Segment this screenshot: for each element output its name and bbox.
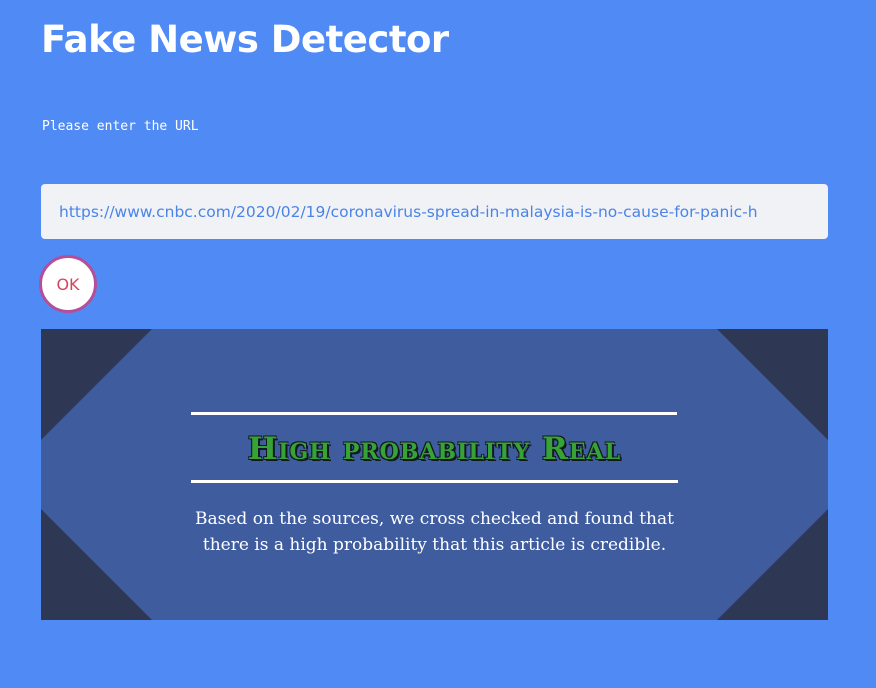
url-prompt-label: Please enter the URL xyxy=(42,119,199,134)
page-title: Fake News Detector xyxy=(41,18,449,61)
url-input-container[interactable] xyxy=(41,184,828,239)
result-background-shape xyxy=(41,329,828,620)
result-panel: High probability Real Based on the sourc… xyxy=(41,329,828,620)
verdict-explanation: Based on the sources, we cross checked a… xyxy=(195,509,674,555)
top-divider xyxy=(191,412,677,415)
url-input[interactable] xyxy=(59,184,810,239)
verdict-heading: High probability Real xyxy=(247,431,622,467)
result-octagon xyxy=(41,329,828,620)
bottom-divider xyxy=(191,480,678,483)
ok-button[interactable]: OK xyxy=(39,255,97,313)
